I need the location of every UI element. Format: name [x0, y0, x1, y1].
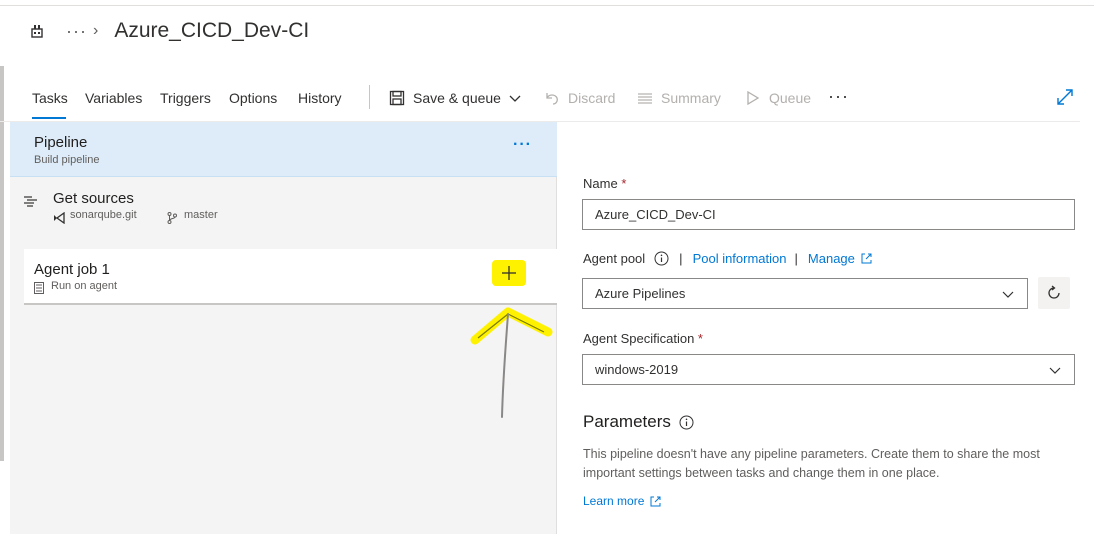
tab-variables[interactable]: Variables: [85, 90, 142, 120]
agent-job-node[interactable]: Agent job 1 Run on agent: [24, 249, 557, 305]
window-scrollbar[interactable]: [0, 66, 4, 461]
summary-button[interactable]: Summary: [637, 88, 721, 108]
branch-name: master: [184, 209, 218, 221]
parameters-description: This pipeline doesn't have any pipeline …: [583, 447, 1040, 480]
tab-options[interactable]: Options: [229, 90, 277, 120]
save-queue-label: Save & queue: [413, 90, 501, 106]
queue-button[interactable]: Queue: [745, 88, 811, 108]
pool-information-link[interactable]: Pool information: [693, 251, 787, 266]
expand-icon[interactable]: [1056, 88, 1074, 106]
process-tree-panel: Pipeline Build pipeline ··· Get sources …: [10, 122, 557, 534]
sources-icon: [23, 194, 39, 210]
build-pipeline-icon: [28, 22, 46, 40]
agent-spec-value: windows-2019: [595, 362, 679, 377]
agent-pool-label: Agent pool: [583, 251, 646, 266]
learn-more-label: Learn more: [583, 494, 645, 508]
save-queue-button[interactable]: Save & queue: [389, 88, 521, 108]
info-icon[interactable]: [654, 251, 669, 266]
parameters-title: Parameters: [583, 412, 671, 431]
chevron-down-icon: [1001, 287, 1015, 301]
list-icon: [637, 90, 653, 106]
queue-label: Queue: [769, 90, 812, 106]
get-sources-node[interactable]: Get sources sonarqube.git master: [10, 178, 557, 248]
required-indicator: *: [621, 176, 627, 191]
undo-icon: [544, 90, 560, 106]
agent-job-subtitle: Run on agent: [51, 280, 118, 292]
refresh-icon: [1048, 285, 1060, 299]
tab-tasks[interactable]: Tasks: [32, 90, 68, 120]
play-icon: [745, 90, 761, 106]
agent-pool-value: Azure Pipelines: [595, 286, 686, 301]
annotation-arrow-icon: [470, 307, 553, 418]
breadcrumb-chevron-icon: ›: [92, 22, 99, 39]
agent-spec-select[interactable]: windows-2019: [582, 354, 1075, 385]
agent-pool-select[interactable]: Azure Pipelines: [582, 278, 1028, 309]
pipeline-subtitle: Build pipeline: [34, 154, 100, 166]
pipeline-title: Pipeline: [34, 134, 88, 151]
summary-label: Summary: [661, 90, 721, 106]
chevron-down-icon: [1048, 363, 1062, 377]
name-label: Name *: [583, 176, 627, 191]
discard-button[interactable]: Discard: [544, 88, 615, 108]
top-strip: [0, 0, 1094, 6]
agent-spec-label: Agent Specification *: [583, 331, 703, 346]
repo-name: sonarqube.git: [70, 209, 137, 221]
parameters-heading: Parameters: [583, 412, 694, 432]
pipeline-more-button[interactable]: ···: [513, 136, 532, 154]
active-tab-indicator: [32, 117, 66, 119]
discard-label: Discard: [568, 90, 616, 106]
tab-triggers[interactable]: Triggers: [160, 90, 211, 120]
get-sources-title: Get sources: [53, 190, 134, 207]
tab-history[interactable]: History: [298, 90, 342, 120]
refresh-button[interactable]: [1038, 277, 1070, 309]
link-separator: |: [679, 251, 683, 266]
external-link-icon: [861, 253, 872, 264]
toolbar-divider: [369, 85, 370, 109]
chevron-down-icon: [509, 92, 521, 104]
link-separator: |: [794, 251, 798, 266]
agent-job-title: Agent job 1: [34, 261, 110, 278]
manage-link[interactable]: Manage: [808, 251, 855, 266]
learn-more-link[interactable]: Learn more: [583, 494, 661, 508]
save-icon: [389, 90, 405, 106]
page-title: Azure_CICD_Dev-CI: [114, 19, 310, 42]
branch-icon: [167, 211, 177, 224]
agent-icon: [34, 281, 44, 294]
toolbar-more-button[interactable]: ···: [828, 86, 849, 107]
toolbar: Tasks Variables Triggers Options History: [0, 80, 1080, 122]
add-task-button[interactable]: [492, 260, 526, 286]
breadcrumb-more-button[interactable]: ···: [66, 21, 87, 42]
external-link-icon: [650, 496, 661, 507]
required-indicator: *: [697, 331, 703, 346]
name-input[interactable]: Azure_CICD_Dev-CI: [582, 199, 1075, 230]
pipeline-node[interactable]: Pipeline Build pipeline ···: [10, 122, 557, 177]
agent-pool-label-row: Agent pool | Pool information | Manage: [583, 251, 872, 266]
plus-icon: [502, 266, 516, 280]
repo-icon: [53, 211, 65, 225]
page-header: ··· › Azure_CICD_Dev-CI: [28, 14, 309, 48]
info-icon[interactable]: [679, 415, 694, 430]
